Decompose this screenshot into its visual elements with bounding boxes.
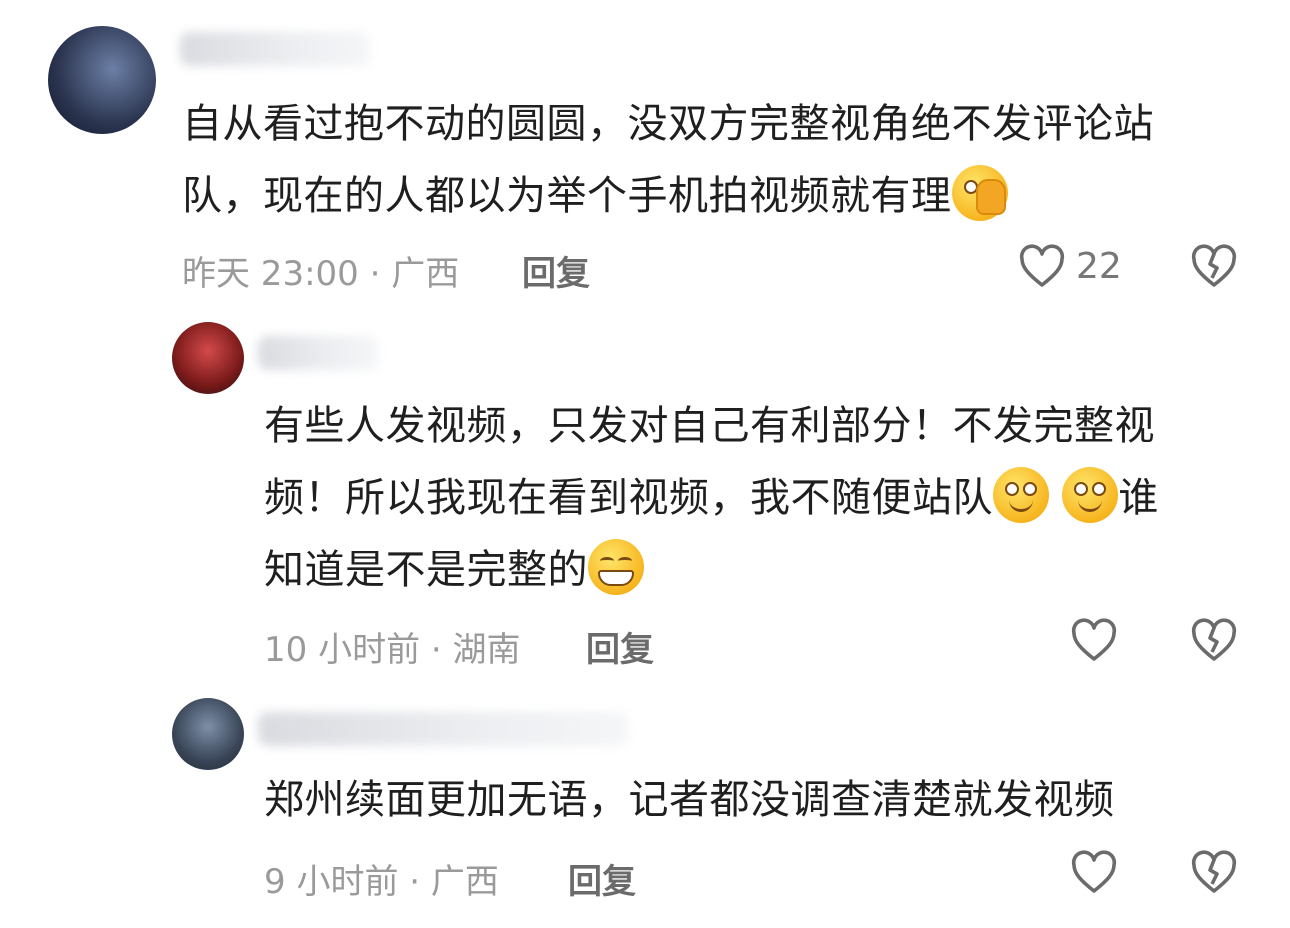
comment-text: 有些人发视频，只发对自己有利部分！不发完整视 频！所以我现在看到视频，我不随便站… (264, 403, 1159, 595)
reply-button[interactable]: 回复 (586, 622, 654, 671)
facepalm-emoji (951, 165, 1008, 221)
like-count: 22 (1076, 246, 1122, 287)
smile-emoji (1062, 467, 1119, 523)
timestamp-location: 9 小时前 · 广西 (264, 862, 499, 902)
timestamp-location: 10 小时前 · 湖南 (264, 630, 521, 670)
avatar[interactable] (172, 698, 244, 770)
avatar[interactable] (48, 26, 156, 134)
heart-outline-icon[interactable] (1070, 618, 1118, 662)
heart-outline-icon[interactable] (1070, 850, 1118, 894)
broken-heart-icon[interactable] (1190, 244, 1238, 288)
comment-text: 自从看过抱不动的圆圆，没双方完整视角绝不发评论站 队，现在的人都以为举个手机拍视… (182, 101, 1154, 221)
grin-emoji (588, 539, 644, 595)
username-blurred[interactable] (180, 32, 370, 66)
broken-heart-icon[interactable] (1190, 850, 1238, 894)
comment-text: 郑州续面更加无语，记者都没调查清楚就发视频 (264, 777, 1115, 823)
broken-heart-icon[interactable] (1190, 618, 1238, 662)
timestamp-location: 昨天 23:00 · 广西 (182, 254, 460, 294)
username-blurred[interactable] (258, 712, 628, 746)
username-blurred[interactable] (258, 336, 378, 370)
reply-button[interactable]: 回复 (568, 854, 636, 903)
heart-outline-icon[interactable] (1018, 244, 1066, 288)
reply-button[interactable]: 回复 (522, 246, 590, 295)
smile-emoji (993, 467, 1049, 523)
avatar[interactable] (172, 322, 244, 394)
